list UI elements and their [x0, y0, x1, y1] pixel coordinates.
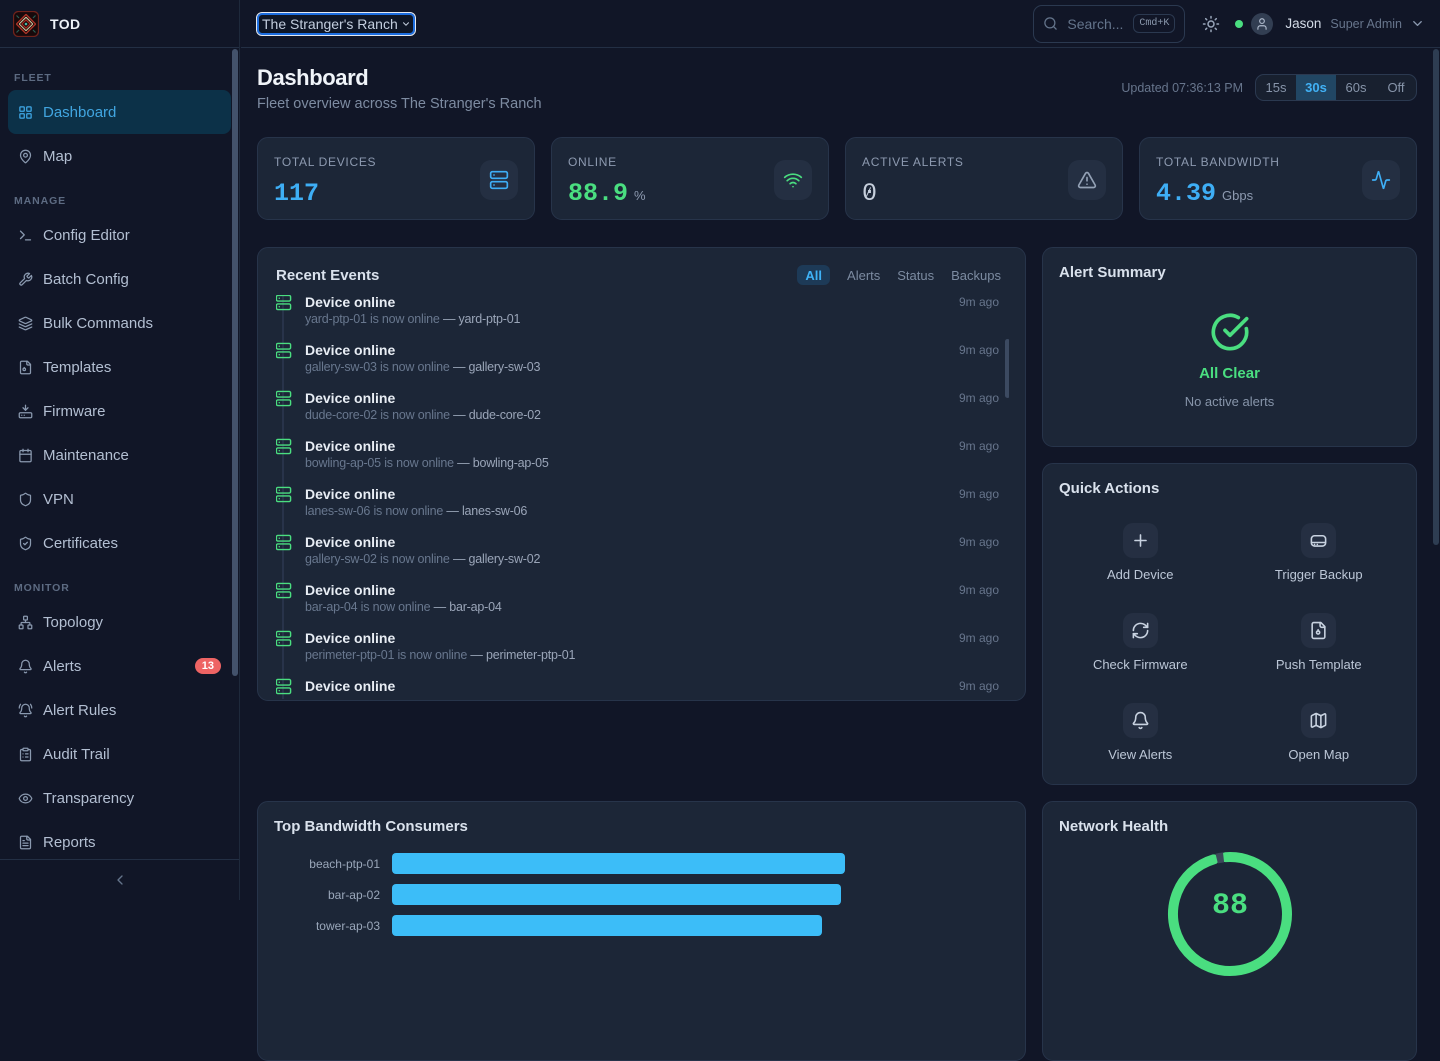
svg-text:88: 88 — [1211, 889, 1247, 923]
